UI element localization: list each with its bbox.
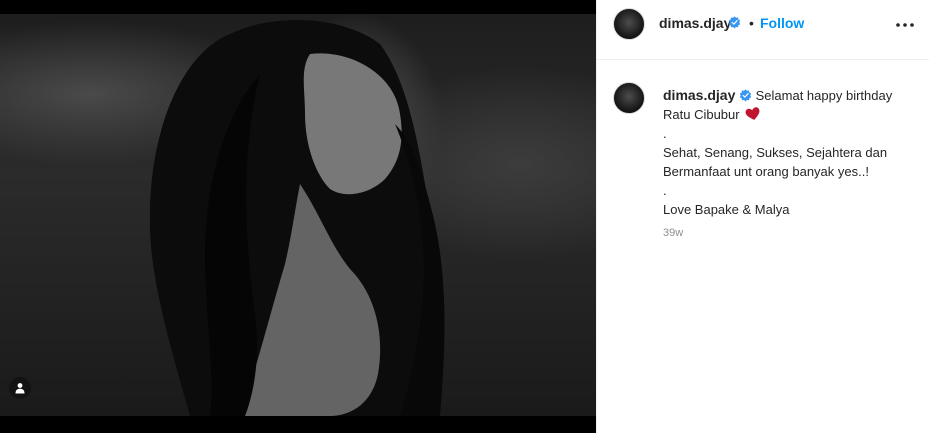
- caption: dimas.djay Selamat happy birthday Ratu C…: [663, 86, 913, 219]
- avatar[interactable]: [613, 82, 645, 114]
- red-heart-emoji-icon: [745, 107, 760, 120]
- post-header: dimas.djay • Follow: [597, 0, 929, 60]
- caption-username-link[interactable]: dimas.djay: [663, 87, 735, 103]
- caption-first-line: dimas.djay Selamat happy birthday: [663, 86, 913, 105]
- caption-text-start: Selamat happy birthday: [755, 88, 893, 103]
- caption-line: Bermanfaat unt orang banyak yes..!: [663, 164, 869, 179]
- post-timestamp[interactable]: 39w: [663, 227, 683, 239]
- avatar[interactable]: [613, 8, 645, 40]
- caption-text-second: Ratu Cibubur: [663, 107, 740, 122]
- caption-line: .: [663, 126, 667, 141]
- caption-line: Sehat, Senang, Sukses, Sejahtera dan: [663, 145, 888, 160]
- follow-button[interactable]: Follow: [760, 15, 804, 31]
- user-tag-button[interactable]: [9, 377, 31, 399]
- post-sidebar: dimas.djay • Follow dimas.djay Selamat h…: [596, 0, 929, 433]
- user-tag-icon: [15, 383, 25, 394]
- post-media[interactable]: [0, 0, 596, 433]
- verified-badge-icon: [739, 89, 752, 102]
- photo-subject-silhouette: [149, 20, 445, 416]
- caption-line: Love Bapake & Malya: [663, 202, 790, 217]
- post-photo[interactable]: [0, 14, 596, 416]
- separator-dot: •: [749, 15, 754, 31]
- verified-badge-icon: [728, 16, 741, 29]
- caption-line: .: [663, 183, 667, 198]
- caption-line: Ratu Cibubur: [663, 105, 913, 124]
- username-link[interactable]: dimas.djay: [659, 15, 731, 31]
- more-options-icon[interactable]: [893, 18, 917, 32]
